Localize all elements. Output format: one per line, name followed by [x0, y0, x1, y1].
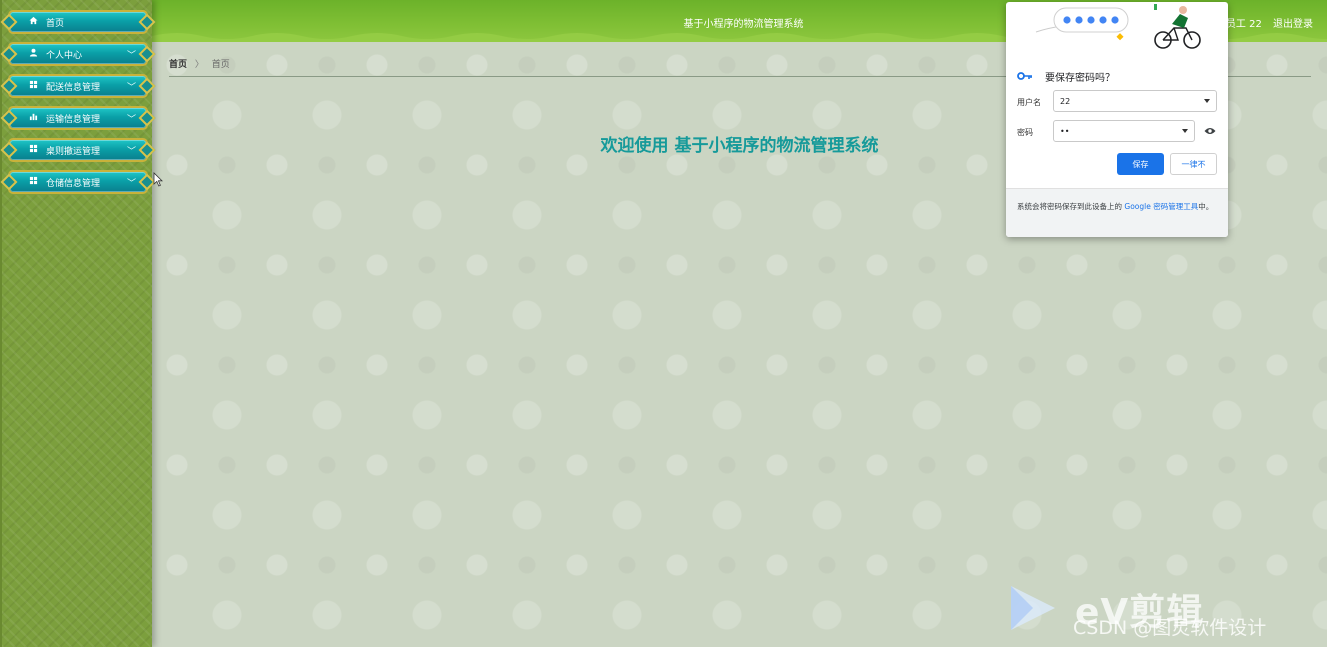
sidebar-item-label: 仓储信息管理 [46, 178, 101, 189]
home-icon [26, 16, 40, 28]
save-password-popup: 要保存密码吗？ 用户名 22 密码 •• 保存 一律不 系统会将密码保存到此设备… [1006, 2, 1228, 237]
chevron-down-icon: ﹀ [126, 115, 136, 125]
username-label: 用户名 [1017, 98, 1041, 107]
breadcrumb: 首页 〉 首页 [169, 57, 230, 70]
sidebar-item-label: 运输信息管理 [46, 114, 101, 125]
mouse-cursor-icon [153, 172, 163, 187]
sidebar-item-label: 个人中心 [46, 50, 83, 61]
sidebar-item-home[interactable]: 首页 [0, 10, 156, 34]
ev-logo-icon [1011, 586, 1055, 630]
password-label: 密码 [1017, 128, 1033, 137]
ornament-left [0, 109, 18, 127]
bar-chart-icon [26, 112, 40, 124]
save-password-question: 要保存密码吗？ [1045, 73, 1115, 84]
sidebar-item-personal-center[interactable]: 个人中心 ﹀ [0, 42, 156, 66]
popup-footer: 系统会将密码保存到此设备上的 Google 密码管理工具中。 [1006, 188, 1228, 237]
chevron-down-icon: ﹀ [126, 83, 136, 93]
grid-icon [26, 80, 40, 92]
app-window: 首页 个人中心 ﹀ 配送信息管理 ﹀ 运输信息管理 ﹀ 桌则撤运管理 ﹀ 仓储信… [0, 0, 1327, 647]
footer-text: 系统会将密码保存到此设备上的 Google 密码管理工具中。 [1017, 201, 1217, 213]
key-icon [1017, 72, 1032, 80]
sidebar-item-delivery[interactable]: 配送信息管理 ﹀ [0, 74, 156, 98]
chevron-down-icon [1204, 99, 1210, 103]
password-value: •• [1060, 126, 1070, 136]
sidebar-item-warehouse[interactable]: 仓储信息管理 ﹀ [0, 170, 156, 194]
username-value: 22 [1060, 96, 1071, 106]
ornament-left [0, 173, 18, 191]
username-field[interactable]: 22 [1053, 90, 1217, 112]
user-area: 员工 22 退出登录 [1218, 15, 1313, 30]
ornament-left [0, 77, 18, 95]
user-label: 员工 22 [1225, 19, 1262, 30]
grid-icon [26, 144, 40, 156]
chevron-down-icon: ﹀ [126, 51, 136, 61]
grid-icon [26, 176, 40, 188]
never-button[interactable]: 一律不 [1170, 153, 1217, 175]
sidebar-item-label: 桌则撤运管理 [46, 146, 101, 157]
chevron-down-icon [1182, 129, 1188, 133]
password-field[interactable]: •• [1053, 120, 1195, 142]
save-button[interactable]: 保存 [1117, 153, 1164, 175]
sidebar-item-transport[interactable]: 运输信息管理 ﹀ [0, 106, 156, 130]
breadcrumb-home[interactable]: 首页 [169, 60, 187, 70]
password-illustration [1035, 4, 1201, 49]
user-icon [26, 48, 40, 60]
eye-icon[interactable] [1204, 127, 1216, 135]
sidebar-item-label: 配送信息管理 [46, 82, 101, 93]
footer-text-main: 系统会将密码保存到此设备上的 [1017, 202, 1122, 211]
sidebar-item-label: 首页 [46, 18, 65, 29]
ornament-left [0, 13, 18, 31]
logout-link[interactable]: 退出登录 [1273, 19, 1313, 30]
sidebar: 首页 个人中心 ﹀ 配送信息管理 ﹀ 运输信息管理 ﹀ 桌则撤运管理 ﹀ 仓储信… [0, 0, 156, 647]
password-manager-link[interactable]: Google 密码管理工具 [1124, 202, 1198, 211]
watermark-credit: CSDN @图灵软件设计 [1073, 617, 1267, 639]
chevron-down-icon: ﹀ [126, 179, 136, 189]
breadcrumb-separator: 〉 [194, 60, 204, 70]
chevron-down-icon: ﹀ [126, 147, 136, 157]
footer-text-tail: 中。 [1198, 202, 1214, 211]
breadcrumb-current: 首页 [211, 60, 230, 70]
sidebar-item-dispatch[interactable]: 桌则撤运管理 ﹀ [0, 138, 156, 162]
ornament-left [0, 45, 18, 63]
ornament-left [0, 141, 18, 159]
